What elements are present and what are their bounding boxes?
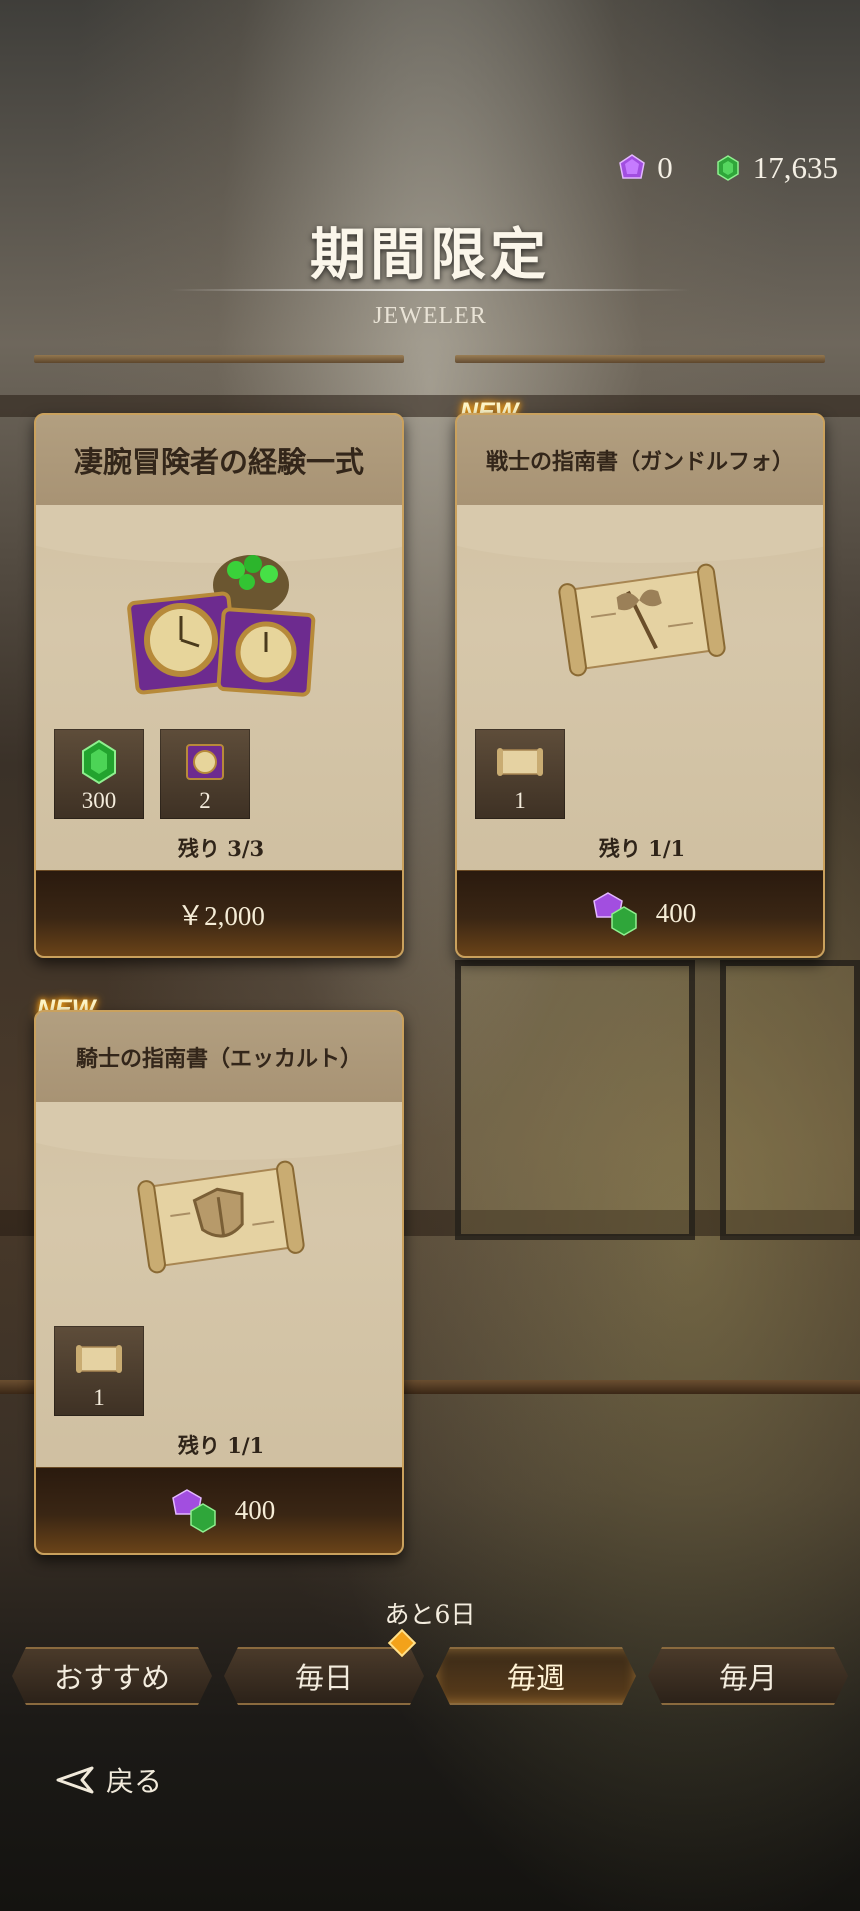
content-slot[interactable]: 1 — [54, 1326, 144, 1416]
product-card[interactable]: 戦士の指南書（ガンドルフォ） 1 残り 1/1 400 — [455, 413, 825, 958]
content-count: 2 — [199, 788, 211, 813]
gem-pair-icon — [592, 891, 637, 936]
product-name: 騎士の指南書（エッカルト） — [36, 1012, 402, 1102]
content-slot[interactable]: 2 — [160, 729, 250, 819]
background-window — [720, 960, 860, 1240]
scroll-icon — [76, 1345, 122, 1373]
content-slot[interactable]: 1 — [475, 729, 565, 819]
premium-gem-count: 0 — [657, 150, 673, 185]
currency-display: 0 17,635 — [617, 150, 838, 186]
premium-gem-icon — [619, 154, 646, 179]
title-divider — [170, 289, 690, 291]
price-label: 400 — [234, 1495, 276, 1525]
green-gem-icon — [717, 155, 739, 181]
back-button[interactable]: 戻る — [52, 1760, 162, 1800]
contents-list: 1 — [54, 1326, 144, 1416]
tab-daily[interactable]: 毎日 — [224, 1647, 424, 1705]
contents-list: 300 2 — [54, 729, 250, 819]
remaining-stock: 残り 1/1 — [598, 836, 686, 861]
back-label: 戻る — [106, 1765, 163, 1798]
product-card[interactable]: 凄腕冒険者の経験一式 300 2 残り 3/3 ￥2,000 — [34, 413, 404, 958]
product-art-scroll-shield — [36, 1117, 402, 1317]
price-label: ￥2,000 — [177, 901, 265, 931]
product-card[interactable]: 騎士の指南書（エッカルト） 1 残り 1/1 400 — [34, 1010, 404, 1555]
back-arrow-icon — [56, 1766, 94, 1794]
content-count: 1 — [514, 788, 526, 813]
content-slot[interactable]: 300 — [54, 729, 144, 819]
header-divider — [34, 355, 404, 363]
buy-button[interactable]: 400 — [457, 870, 823, 956]
tab-recommended[interactable]: おすすめ — [12, 1647, 212, 1705]
product-art-scroll-axe — [457, 520, 823, 720]
period-tabs: おすすめ 毎日 毎週 毎月 — [12, 1628, 848, 1705]
days-remaining: あと6日 — [384, 1600, 476, 1629]
page-title: 期間限定 — [310, 222, 550, 288]
header-divider — [455, 355, 825, 363]
background-window — [455, 960, 695, 1240]
page-subtitle: JEWELER — [373, 303, 487, 329]
content-count: 1 — [93, 1385, 105, 1410]
content-count: 300 — [81, 788, 117, 813]
green-gem-icon — [82, 739, 116, 785]
scroll-icon — [497, 748, 543, 776]
buy-button[interactable]: ￥2,000 — [36, 870, 402, 956]
tab-monthly[interactable]: 毎月 — [648, 1647, 848, 1705]
product-name: 戦士の指南書（ガンドルフォ） — [457, 415, 823, 505]
buy-button[interactable]: 400 — [36, 1467, 402, 1553]
price-label: 400 — [655, 898, 697, 928]
gem-pair-icon — [171, 1488, 216, 1533]
remaining-stock: 残り 3/3 — [177, 836, 265, 861]
product-art-watch-books — [36, 520, 402, 720]
watch-book-icon — [186, 744, 224, 780]
contents-list: 1 — [475, 729, 565, 819]
remaining-stock: 残り 1/1 — [177, 1433, 265, 1458]
green-gem-count: 17,635 — [752, 150, 838, 185]
tab-weekly[interactable]: 毎週 — [436, 1647, 636, 1705]
product-name: 凄腕冒険者の経験一式 — [36, 415, 402, 505]
